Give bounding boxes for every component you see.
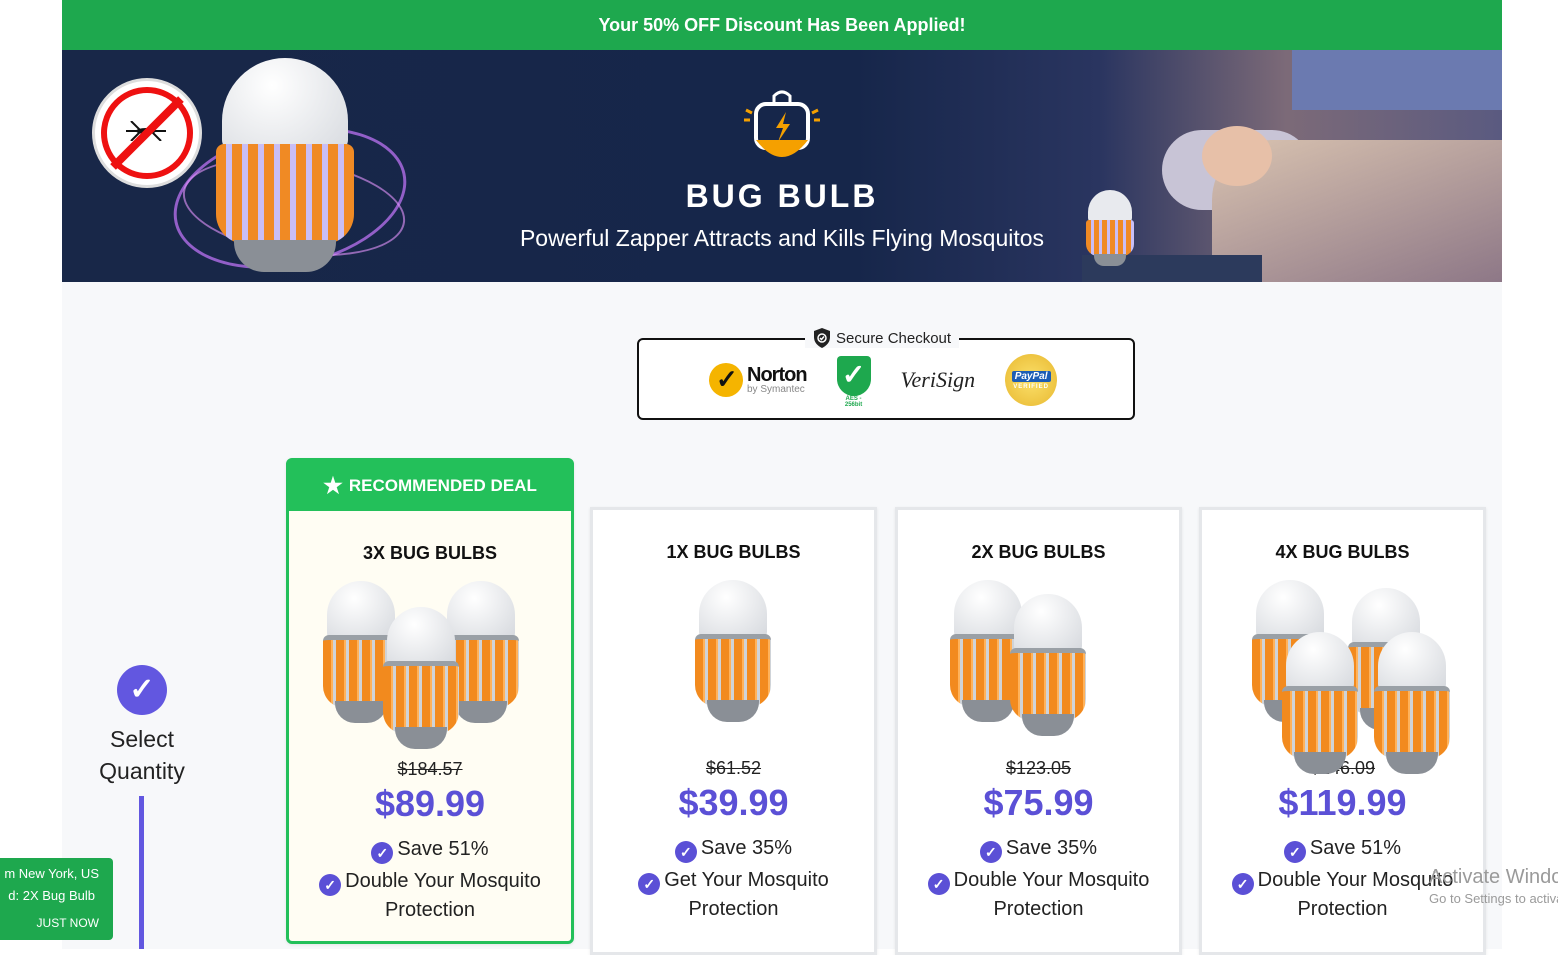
product-title: 3X BUG BULBS: [362, 543, 497, 563]
benefit-text: Double Your Mosquito Protection: [1257, 869, 1454, 920]
check-icon: ✓: [638, 873, 661, 895]
check-icon: ✓: [927, 873, 950, 895]
old-price: $123.05: [1005, 758, 1072, 778]
recommended-deal-header: ★ RECOMMENDED DEAL: [289, 461, 571, 511]
product-title: 4X BUG BULBS: [1275, 542, 1410, 562]
benefit-text: Get Your Mosquito Protection: [664, 869, 829, 920]
product-title: 1X BUG BULBS: [666, 542, 801, 562]
sale-price: $75.99: [983, 782, 1094, 823]
savings-line: ✓ Save 51%: [1222, 834, 1463, 863]
product-image: [623, 580, 845, 750]
star-icon: ★: [323, 473, 343, 498]
savings-line: ✓ Save 35%: [613, 834, 854, 863]
benefit-line: ✓ Double Your Mosquito Protection: [918, 866, 1159, 923]
sale-price: $39.99: [678, 782, 789, 823]
check-icon: ✓: [319, 874, 342, 896]
product-card-3[interactable]: 2X BUG BULBS $123.05 $75.99 ✓ Save 35% ✓ Doubl…: [895, 507, 1182, 955]
bulb-image: [1280, 632, 1360, 792]
check-icon: ✓: [979, 841, 1002, 863]
benefit-text: Double Your Mosquito Protection: [345, 870, 541, 921]
check-icon: ✓: [1283, 841, 1306, 863]
product-image: [928, 580, 1150, 750]
benefit-line: ✓ Double Your Mosquito Protection: [309, 867, 551, 924]
bulb-image: [1372, 632, 1452, 792]
sale-price: $89.99: [374, 783, 486, 824]
page: Your 50% OFF Discount Has Been Applied! …: [62, 0, 1558, 955]
savings-line: ✓ Save 51%: [309, 835, 551, 864]
product-title: 2X BUG BULBS: [971, 542, 1106, 562]
savings-text: Save 35%: [1005, 837, 1098, 859]
savings-text: Save 35%: [700, 837, 793, 859]
bulb-image: [693, 580, 773, 740]
bulb-image: [381, 607, 461, 767]
savings-text: Save 51%: [397, 838, 489, 860]
product-card-1[interactable]: ★ RECOMMENDED DEAL 3X BUG BULBS $184.57 $89.…: [286, 458, 574, 944]
recommended-card-body: 3X BUG BULBS $184.57 $89.99 ✓ Save 51% ✓ Doubl…: [289, 511, 571, 941]
check-icon: ✓: [674, 841, 697, 863]
benefit-line: ✓ Get Your Mosquito Protection: [613, 866, 854, 923]
activate-windows-watermark: Activate Windows Go to Settings to activ…: [1429, 866, 1558, 906]
check-icon: ✓: [1231, 873, 1254, 895]
recommended-deal-label: RECOMMENDED DEAL: [348, 476, 537, 495]
check-icon: ✓: [371, 842, 394, 864]
bulb-image: [1008, 594, 1088, 754]
benefit-line: ✓ Double Your Mosquito Protection: [1222, 866, 1463, 923]
product-image: [1232, 580, 1454, 774]
product-card-2[interactable]: 1X BUG BULBS $61.52 $39.99 ✓ Save 35% ✓ Get Yo…: [590, 507, 877, 955]
product-image: [319, 581, 541, 751]
benefit-text: Double Your Mosquito Protection: [953, 869, 1150, 920]
recent-purchase-toast[interactable]: m New York, US d: 2X Bug Bulb JUST NOW: [0, 858, 113, 940]
savings-line: ✓ Save 35%: [918, 834, 1159, 863]
savings-text: Save 51%: [1309, 837, 1402, 859]
product-cards: ★ RECOMMENDED DEAL 3X BUG BULBS $184.57 $89.…: [62, 0, 1502, 955]
old-price: $61.52: [705, 758, 762, 778]
